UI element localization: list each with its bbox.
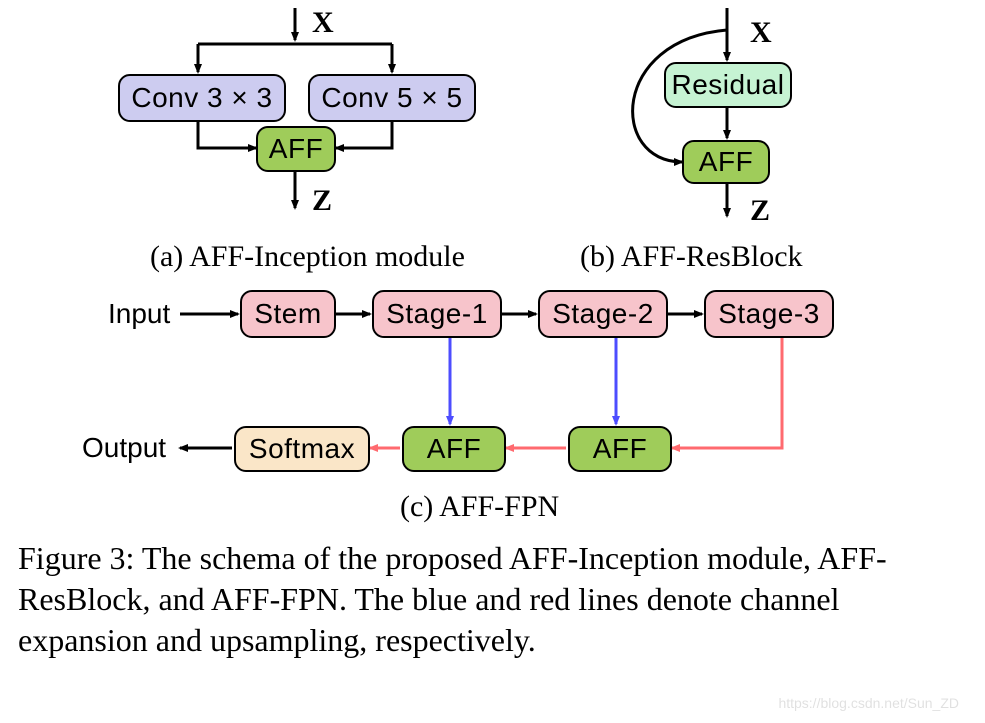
resblock-input-label: X — [750, 16, 772, 50]
watermark: https://blog.csdn.net/Sun_ZD — [778, 695, 959, 711]
inception-output-label: Z — [312, 184, 332, 218]
softmax-text: Softmax — [249, 433, 355, 465]
stem-box: Stem — [240, 290, 336, 338]
figure-caption: Figure 3: The schema of the proposed AFF… — [18, 538, 957, 661]
stage-3-box: Stage-3 — [704, 290, 834, 338]
resblock-output-label: Z — [750, 194, 770, 228]
inception-input-label: X — [312, 6, 334, 40]
inception-aff-text: AFF — [269, 133, 323, 165]
residual-text: Residual — [672, 69, 785, 101]
fpn-output-label: Output — [82, 432, 166, 464]
fpn-input-label: Input — [108, 298, 170, 330]
panel-b-caption: (b) AFF-ResBlock — [580, 240, 803, 274]
softmax-box: Softmax — [234, 426, 370, 472]
stage-3-text: Stage-3 — [718, 298, 820, 330]
conv-3x3-box: Conv 3 × 3 — [118, 74, 286, 122]
conv-5x5-text: Conv 5 × 5 — [321, 82, 462, 114]
stage-1-text: Stage-1 — [386, 298, 488, 330]
fpn-aff-1-box: AFF — [402, 426, 506, 472]
fpn-aff-2-box: AFF — [568, 426, 672, 472]
stage-2-box: Stage-2 — [538, 290, 668, 338]
fpn-aff-2-text: AFF — [593, 433, 647, 465]
conv-5x5-box: Conv 5 × 5 — [308, 74, 476, 122]
conv-3x3-text: Conv 3 × 3 — [131, 82, 272, 114]
stage-1-box: Stage-1 — [372, 290, 502, 338]
stage-2-text: Stage-2 — [552, 298, 654, 330]
inception-aff-box: AFF — [256, 126, 336, 172]
fpn-aff-1-text: AFF — [427, 433, 481, 465]
stem-text: Stem — [254, 298, 321, 330]
panel-c-caption: (c) AFF-FPN — [400, 490, 559, 524]
panel-a-caption: (a) AFF-Inception module — [150, 240, 465, 274]
residual-box: Residual — [664, 62, 792, 108]
resblock-aff-text: AFF — [699, 146, 753, 178]
resblock-aff-box: AFF — [682, 140, 770, 184]
